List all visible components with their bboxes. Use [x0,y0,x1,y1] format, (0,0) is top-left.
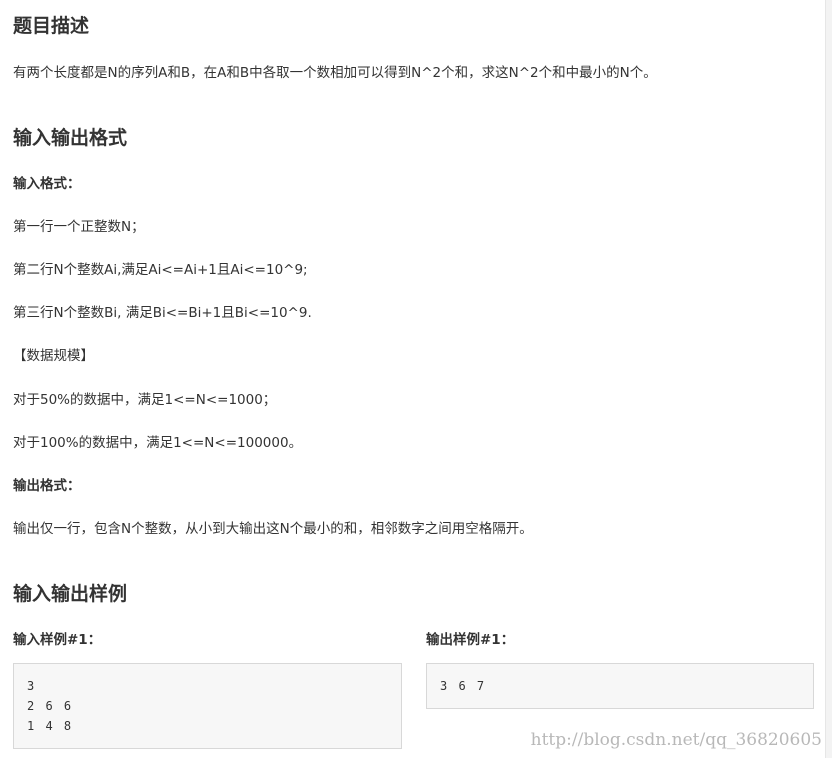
sample-output-box[interactable]: 3 6 7 [426,663,814,709]
description-text: 有两个长度都是N的序列A和B，在A和B中各取一个数相加可以得到N^2个和，求这N… [13,65,657,81]
input-format-line-1: 第一行一个正整数N； [13,219,145,235]
input-format-label: 输入格式： [13,176,81,192]
data-scale-line-1: 对于50%的数据中，满足1<=N<=1000； [13,392,277,408]
sample-input-line: 1 4 8 [27,719,74,733]
sample-output-column: 输出样例#1： [426,630,514,650]
input-format-line-2: 第二行N个整数Ai,满足Ai<=Ai+1且Ai<=10^9; [13,262,308,278]
samples-heading: 输入输出样例 [13,583,128,605]
input-format-line-3: 第三行N个整数Bi, 满足Bi<=Bi+1且Bi<=10^9. [13,305,312,321]
sample-input-line: 3 [27,679,37,693]
description-heading: 题目描述 [13,15,90,37]
sample-input-column: 输入样例#1： [13,630,101,650]
io-format-heading: 输入输出格式 [13,127,128,149]
output-format-label: 输出格式： [13,478,81,494]
data-scale-label: 【数据规模】 [13,348,94,364]
sample-input-line: 2 6 6 [27,699,74,713]
blog-watermark: http://blog.csdn.net/qq_36820605 [530,730,822,750]
data-scale-line-2: 对于100%的数据中，满足1<=N<=100000。 [13,435,303,451]
sample-input-label: 输入样例#1： [13,632,102,648]
sample-output-label: 输出样例#1： [426,632,515,648]
sample-output-line: 3 6 7 [440,679,487,693]
sample-input-box[interactable]: 3 2 6 6 1 4 8 [13,663,402,749]
output-format-line-1: 输出仅一行，包含N个整数，从小到大输出这N个最小的和，相邻数字之间用空格隔开。 [13,521,533,537]
page-scroll-edge [825,0,832,758]
